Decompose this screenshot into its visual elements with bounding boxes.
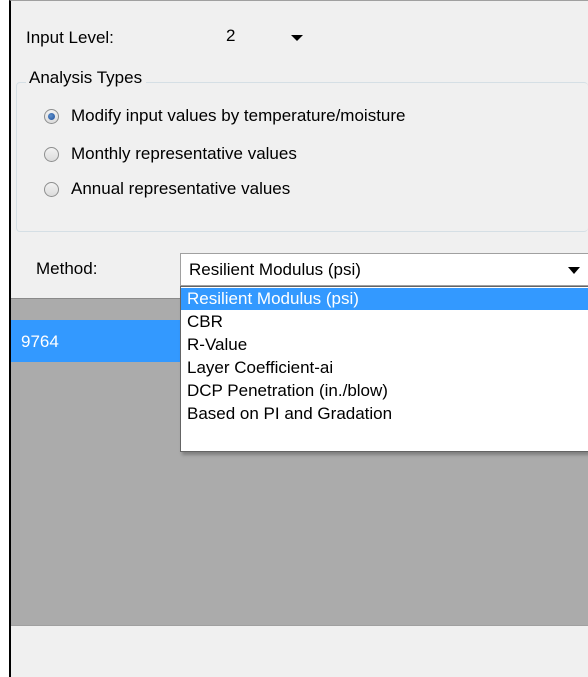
method-dropdown-list[interactable]: Resilient Modulus (psi) CBR R-Value Laye… (180, 286, 588, 452)
input-level-select[interactable]: 2 (214, 22, 314, 52)
chevron-down-icon[interactable] (568, 267, 580, 274)
radio-label: Monthly representative values (71, 144, 297, 163)
table-cell: 9764 (21, 332, 59, 351)
input-level-value: 2 (226, 26, 236, 45)
dropdown-option-resilient-modulus[interactable]: Resilient Modulus (psi) (181, 288, 588, 310)
dropdown-option-pi-gradation[interactable]: Based on PI and Gradation (181, 403, 588, 425)
radio-label: Annual representative values (71, 179, 291, 198)
dropdown-option-layer-coefficient[interactable]: Layer Coefficient-ai (181, 357, 588, 379)
method-select[interactable]: Resilient Modulus (psi) (180, 253, 588, 286)
radio-modify-input-values[interactable]: Modify input values by temperature/moist… (44, 104, 406, 128)
table-row[interactable]: 9764 (11, 320, 186, 362)
radio-unchecked-icon[interactable] (44, 146, 59, 162)
status-bar (11, 625, 588, 677)
radio-annual-representative[interactable]: Annual representative values (44, 177, 290, 201)
dropdown-option-r-value[interactable]: R-Value (181, 334, 588, 356)
radio-checked-icon[interactable] (44, 108, 59, 124)
method-selected-value: Resilient Modulus (psi) (189, 260, 361, 279)
input-level-label: Input Level: (26, 28, 114, 47)
radio-label: Modify input values by temperature/moist… (71, 106, 406, 125)
method-label: Method: (36, 259, 98, 278)
radio-monthly-representative[interactable]: Monthly representative values (44, 142, 297, 166)
dropdown-option-cbr[interactable]: CBR (181, 311, 588, 333)
analysis-types-legend: Analysis Types (26, 68, 147, 88)
chevron-down-icon[interactable] (291, 35, 303, 41)
radio-unchecked-icon[interactable] (44, 181, 59, 197)
dropdown-option-dcp-penetration[interactable]: DCP Penetration (in./blow) (181, 380, 588, 402)
